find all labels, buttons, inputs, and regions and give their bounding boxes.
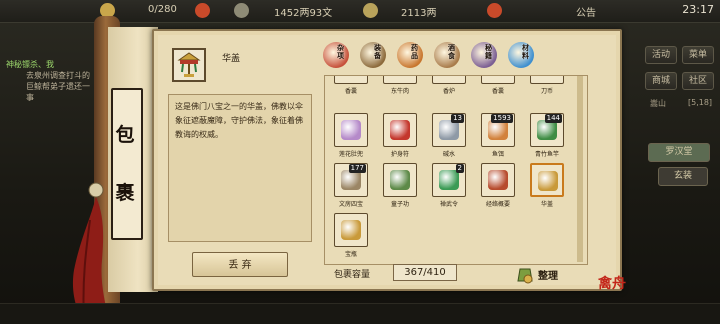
slot-name: 童子功	[390, 201, 409, 208]
slot-name: 鱼饵	[491, 151, 504, 158]
inventory-slot[interactable]	[530, 163, 564, 197]
slot-name: 碱水	[442, 151, 455, 158]
slot-name: 莲花肚兜	[338, 151, 363, 158]
inventory-slot[interactable]	[334, 213, 368, 247]
meridian-book-icon	[488, 170, 508, 190]
tab-book[interactable]: 秘籍	[471, 42, 497, 72]
capacity-value: 367/410	[393, 264, 457, 281]
inventory-slot[interactable]: 1593	[481, 113, 515, 147]
sort-label[interactable]: 整理	[538, 267, 558, 282]
ingot-icon	[363, 3, 378, 18]
tab-label: 药品	[411, 44, 418, 60]
scroll-manual-icon	[390, 170, 410, 190]
location-coords: [5,18]	[688, 98, 713, 107]
add-icon[interactable]	[195, 3, 210, 18]
slot-name: 文房四宝	[338, 201, 363, 208]
bottom-bar	[0, 303, 720, 324]
selected-item-name: 华盖	[222, 54, 241, 64]
inventory-grid[interactable]: 香囊 东牛肉 香炉 香囊 刀币莲花肚兜 护身符 13 碱水 1593 鱼饵 144 青竹鱼竿 177 文房…	[324, 75, 588, 265]
inventory-slot[interactable]	[334, 113, 368, 147]
canopy-icon	[177, 52, 201, 77]
treasure-vase-icon	[341, 220, 361, 240]
lotus-bib-icon	[341, 120, 361, 140]
quest-tracker[interactable]: 神秘镖杀、我 去泉州调查打斗的巨鲸帮弟子遗还一事	[0, 55, 100, 115]
tab-equipment[interactable]: 装备	[360, 42, 386, 72]
inventory-slot[interactable]: 177	[334, 163, 368, 197]
slot-name: 香囊	[344, 88, 357, 95]
tab-label: 秘籍	[485, 44, 492, 60]
item-count-badge: 13	[451, 114, 464, 123]
inventory-slot-partial[interactable]	[481, 76, 515, 84]
slot-name: 刀币	[540, 88, 553, 95]
slot-name: 禅武令	[439, 201, 458, 208]
slot-name: 东牛肉	[390, 88, 409, 95]
inventory-scrollbar[interactable]	[577, 76, 583, 262]
quest-title: 神秘镖杀、我	[6, 60, 54, 69]
inventory-slot-partial[interactable]	[334, 76, 368, 84]
slot-name: 华盖	[540, 201, 553, 208]
item-count-badge: 1593	[491, 114, 513, 123]
item-description: 这是佛门八宝之一的华盖，佛教以伞象征遮蔽魔障，守护佛法，象征着佛教诲的权威。	[168, 94, 312, 242]
money-primary: 1452两93文	[274, 8, 333, 19]
tab-misc[interactable]: 杂项	[323, 42, 349, 72]
game-logo: 禽舟	[598, 276, 626, 292]
community-button[interactable]: 社区	[682, 72, 714, 90]
location-name: 嵩山	[650, 99, 666, 108]
tab-label: 装备	[374, 44, 381, 60]
item-count-badge: 177	[348, 164, 366, 173]
inventory-slot[interactable]	[383, 113, 417, 147]
stationery-icon	[341, 170, 361, 190]
fish-bait-icon	[488, 120, 508, 140]
money-secondary: 2113两	[401, 8, 437, 19]
inventory-slot[interactable]: 13	[432, 113, 466, 147]
slot-name: 青竹鱼竿	[534, 151, 559, 158]
notice-button[interactable]: 公告	[576, 4, 596, 19]
menu-button[interactable]: 菜单	[682, 46, 714, 64]
tab-label: 酒食	[448, 44, 455, 60]
slot-name: 香炉	[442, 88, 455, 95]
style-tag[interactable]: 玄装	[658, 167, 708, 186]
activity-button[interactable]: 活动	[645, 46, 677, 64]
tab-food[interactable]: 酒食	[434, 42, 460, 72]
quest-text: 去泉州调查打斗的巨鲸帮弟子遗还一事	[26, 71, 90, 102]
alkali-water-icon	[439, 120, 459, 140]
shop-button[interactable]: 商城	[645, 72, 677, 90]
capacity-label: 包裹容量	[334, 270, 371, 280]
zen-token-icon	[439, 170, 459, 190]
inventory-slot-partial[interactable]	[383, 76, 417, 84]
inventory-slot[interactable]: 144	[530, 113, 564, 147]
slot-name: 香囊	[491, 88, 504, 95]
tab-label: 材料	[522, 44, 529, 60]
clock: 23:17	[682, 3, 714, 16]
inventory-slot-partial[interactable]	[530, 76, 564, 84]
gold-partial-text: 0/280	[148, 4, 177, 15]
item-count-badge: 144	[544, 114, 562, 123]
slot-name: 宝瓶	[344, 251, 357, 258]
bamboo-rod-icon	[537, 120, 557, 140]
hall-tag[interactable]: 罗汉堂	[648, 143, 710, 162]
slot-name: 经络概要	[485, 201, 510, 208]
add-money-icon[interactable]	[487, 3, 502, 18]
item-description-text: 这是佛门八宝之一的华盖，佛教以伞象征遮蔽魔障，守护佛法，象征着佛教诲的权威。	[175, 102, 303, 139]
scroll-title-char-1: 包	[115, 124, 135, 146]
coin-bag-icon	[517, 268, 533, 284]
tab-material[interactable]: 材料	[508, 42, 534, 72]
inventory-slot-partial[interactable]	[432, 76, 466, 84]
inventory-slot[interactable]	[481, 163, 515, 197]
inventory-slot[interactable]	[383, 163, 417, 197]
tab-label: 杂项	[337, 44, 344, 60]
selected-item-preview	[172, 48, 206, 82]
inventory-slot[interactable]: 2	[432, 163, 466, 197]
item-count-badge: 2	[455, 164, 464, 173]
tab-medicine[interactable]: 药品	[397, 42, 423, 72]
slot-name: 护身符	[390, 151, 409, 158]
coin-stack-icon	[234, 3, 249, 18]
canopy-icon	[538, 171, 558, 191]
discard-button[interactable]: 丢 弃	[192, 252, 288, 277]
amulet-icon	[390, 120, 410, 140]
